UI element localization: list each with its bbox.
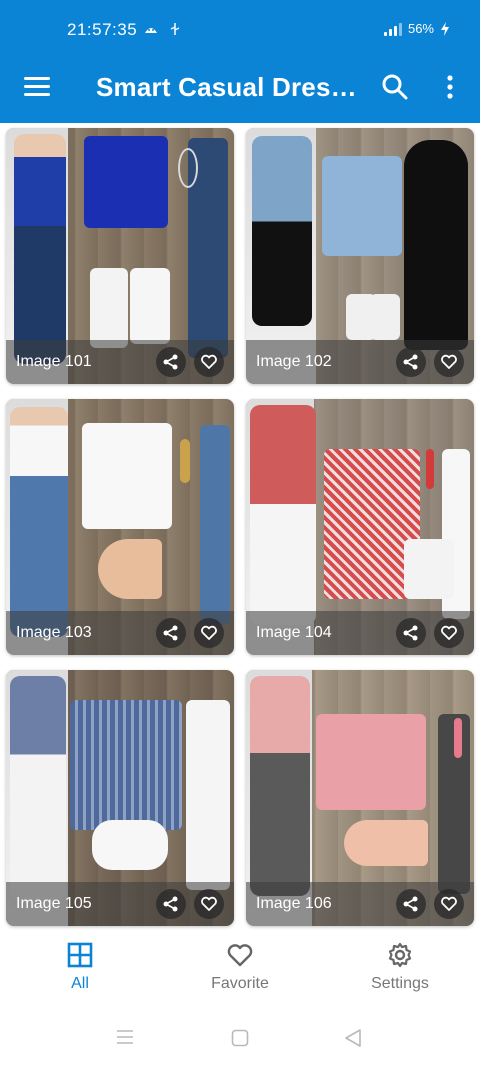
image-card[interactable]: Image 105 [6,670,234,926]
favorite-button[interactable] [434,889,464,919]
share-icon [163,354,178,370]
image-caption: Image 103 [6,611,234,655]
battery-percent: 56% [407,21,434,36]
nav-item-settings[interactable]: Settings [340,941,460,993]
android-debug-icon [145,28,157,33]
image-label: Image 104 [256,624,332,641]
share-icon [163,896,178,912]
share-icon [163,625,178,641]
image-label: Image 103 [16,624,92,641]
heart-outline-icon [201,354,217,369]
favorite-button[interactable] [434,618,464,648]
recents-icon[interactable] [116,1029,134,1045]
image-card[interactable]: Image 102 [246,128,474,384]
heart-outline-icon [201,625,217,640]
status-right: 56% [383,21,450,36]
grid-icon [67,942,93,968]
image-label: Image 105 [16,895,92,912]
app-screen: 21:57:35 56% Smart Casual Dress… Image 1… [0,0,480,1067]
signal-icon [383,22,402,36]
image-card[interactable]: Image 103 [6,399,234,655]
image-caption: Image 102 [246,340,474,384]
image-label: Image 106 [256,895,332,912]
image-label: Image 102 [256,353,332,370]
image-card[interactable]: Image 101 [6,128,234,384]
image-caption: Image 106 [246,882,474,926]
favorite-button[interactable] [194,889,224,919]
heart-outline-icon [441,896,457,911]
share-button[interactable] [156,889,186,919]
home-icon[interactable] [231,1029,249,1047]
status-bar: 21:57:35 56% [0,0,480,60]
menu-icon[interactable] [24,75,52,99]
heart-icon [227,944,253,967]
favorite-button[interactable] [194,618,224,648]
status-time: 21:57:35 [67,20,138,39]
image-card[interactable]: Image 106 [246,670,474,926]
share-button[interactable] [396,889,426,919]
share-button[interactable] [396,347,426,377]
heart-outline-icon [441,354,457,369]
nav-label: Settings [371,975,429,992]
nav-label: Favorite [211,975,269,992]
nav-label: All [71,975,89,992]
image-card[interactable]: Image 104 [246,399,474,655]
search-icon[interactable] [380,72,410,102]
image-label: Image 101 [16,353,92,370]
gear-icon [388,942,412,968]
nav-item-all[interactable]: All [20,941,140,993]
app-bar: Smart Casual Dress… [0,60,480,123]
image-caption: Image 105 [6,882,234,926]
share-button[interactable] [396,618,426,648]
nav-item-favorite[interactable]: Favorite [180,941,300,993]
share-button[interactable] [156,618,186,648]
share-button[interactable] [156,347,186,377]
share-icon [403,354,418,370]
heart-outline-icon [441,625,457,640]
system-navigation [0,1005,480,1067]
image-caption: Image 104 [246,611,474,655]
favorite-button[interactable] [434,347,464,377]
app-title: Smart Casual Dress… [96,72,358,102]
heart-outline-icon [201,896,217,911]
share-icon [403,896,418,912]
back-icon[interactable] [345,1029,361,1047]
usb-icon [170,23,180,35]
image-caption: Image 101 [6,340,234,384]
more-vert-icon[interactable] [440,72,460,102]
favorite-button[interactable] [194,347,224,377]
share-icon [403,625,418,641]
charging-icon [441,21,449,36]
bottom-navigation: All Favorite Settings [0,935,480,1005]
